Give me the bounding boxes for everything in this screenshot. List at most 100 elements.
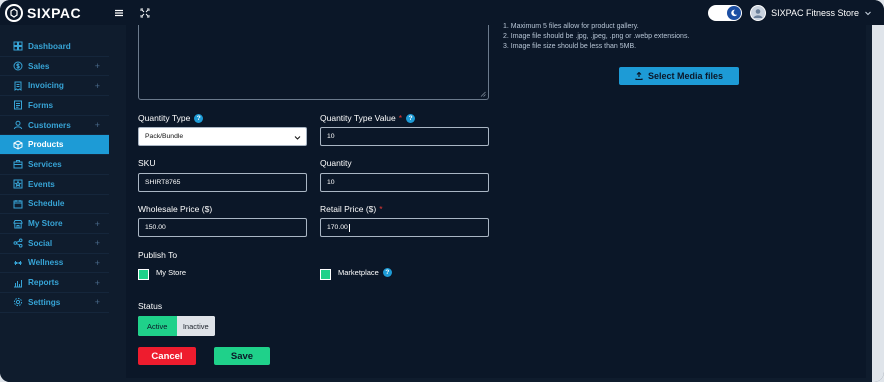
- sidebar-item-label: My Store: [28, 219, 63, 229]
- required-marker: *: [398, 113, 403, 123]
- expand-icon[interactable]: +: [95, 297, 100, 307]
- dollar-icon: [12, 61, 23, 72]
- expand-icon[interactable]: +: [95, 258, 100, 268]
- sku-label: SKU: [138, 158, 155, 168]
- store-name[interactable]: SIXPAC Fitness Store: [771, 8, 859, 18]
- gear-icon: [12, 297, 23, 308]
- scrollbar[interactable]: [872, 25, 884, 382]
- sidebar-item-forms[interactable]: Forms: [0, 96, 109, 116]
- retail-price-input[interactable]: 170.00: [320, 218, 489, 237]
- quantity-type-value-input[interactable]: 10: [320, 127, 489, 146]
- sidebar-item-settings[interactable]: Settings +: [0, 293, 109, 313]
- media-notes: 1. Maximum 5 files allow for product gal…: [503, 23, 783, 52]
- sidebar-item-label: Reports: [28, 278, 59, 288]
- invoice-icon: [12, 80, 23, 91]
- expand-icon[interactable]: +: [95, 61, 100, 71]
- publish-to-label-text: Publish To: [138, 250, 178, 260]
- status-inactive-button[interactable]: Inactive: [176, 316, 215, 336]
- sku-input[interactable]: SHIRT8765: [138, 173, 307, 192]
- select-media-button[interactable]: Select Media files: [619, 67, 739, 85]
- my-store-label: My Store: [156, 268, 186, 277]
- theme-toggle[interactable]: [708, 4, 743, 21]
- sidebar-item-label: Events: [28, 179, 55, 189]
- sku-label-text: SKU: [138, 158, 156, 168]
- expand-icon[interactable]: +: [95, 81, 100, 91]
- help-icon[interactable]: ?: [406, 113, 416, 123]
- calendar-icon: [12, 198, 23, 209]
- user-icon: [12, 120, 23, 131]
- store-icon: [12, 218, 23, 229]
- quantity-value: 10: [327, 179, 335, 186]
- save-button[interactable]: Save: [214, 347, 270, 365]
- menu-icon[interactable]: [113, 7, 125, 19]
- sidebar-item-label: Settings: [28, 297, 61, 307]
- sidebar-item-label: Products: [28, 140, 64, 150]
- wholesale-price-label-text: Wholesale Price ($): [138, 204, 213, 214]
- status-toggle: Active Inactive: [138, 316, 215, 336]
- text-cursor: [348, 223, 350, 232]
- sidebar-item-wellness[interactable]: Wellness +: [0, 254, 109, 274]
- quantity-label-text: Quantity: [320, 158, 352, 168]
- help-icon[interactable]: ?: [382, 268, 392, 277]
- sidebar-item-label: Forms: [28, 100, 54, 110]
- sidebar-item-label: Invoicing: [28, 81, 64, 91]
- fullscreen-icon[interactable]: [139, 7, 151, 19]
- retail-price-value: 170.00: [327, 224, 348, 231]
- quantity-type-value-label: Quantity Type Value * ?: [320, 113, 416, 123]
- sidebar-item-sales[interactable]: Sales +: [0, 57, 109, 77]
- brand-logo[interactable]: SIXPAC: [5, 3, 105, 22]
- sidebar-item-events[interactable]: Events: [0, 175, 109, 195]
- sidebar-item-label: Customers: [28, 120, 71, 130]
- chevron-down-icon[interactable]: [864, 9, 872, 17]
- select-media-label: Select Media files: [647, 71, 724, 81]
- required-marker: *: [379, 204, 383, 214]
- brand-name: SIXPAC: [27, 4, 82, 21]
- quantity-type-label: Quantity Type ?: [138, 113, 204, 123]
- expand-icon[interactable]: +: [95, 278, 100, 288]
- product-form: 1. Maximum 5 files allow for product gal…: [126, 23, 866, 378]
- wholesale-price-value: 150.00: [145, 224, 166, 231]
- retail-price-label-text: Retail Price ($): [320, 204, 377, 214]
- sidebar-item-products[interactable]: Products: [0, 135, 109, 156]
- marketplace-checkbox[interactable]: [320, 269, 331, 280]
- sidebar-item-label: Sales: [28, 61, 50, 71]
- sidebar-item-label: Dashboard: [28, 41, 71, 51]
- description-textarea[interactable]: [138, 25, 489, 100]
- media-note: 1. Maximum 5 files allow for product gal…: [503, 23, 639, 30]
- sidebar-item-services[interactable]: Services: [0, 155, 109, 175]
- expand-icon[interactable]: +: [95, 238, 100, 248]
- quantity-type-value-text: 10: [327, 133, 335, 140]
- sidebar-item-schedule[interactable]: Schedule: [0, 195, 109, 215]
- sku-value: SHIRT8765: [145, 179, 181, 186]
- status-active-button[interactable]: Active: [138, 316, 177, 336]
- form-icon: [12, 100, 23, 111]
- quantity-type-value-label-text: Quantity Type Value: [320, 113, 396, 123]
- my-store-checkbox[interactable]: [138, 269, 149, 280]
- sidebar-item-reports[interactable]: Reports +: [0, 273, 109, 293]
- wellness-icon: [12, 257, 23, 268]
- resize-handle-icon[interactable]: [480, 91, 486, 97]
- quantity-type-label-text: Quantity Type: [138, 113, 191, 123]
- wholesale-price-label: Wholesale Price ($): [138, 204, 212, 214]
- retail-price-label: Retail Price ($) *: [320, 204, 383, 214]
- help-icon[interactable]: ?: [194, 113, 204, 123]
- sidebar-item-social[interactable]: Social +: [0, 234, 109, 254]
- sidebar-item-customers[interactable]: Customers +: [0, 116, 109, 136]
- publish-to-label: Publish To: [138, 250, 177, 260]
- star-icon: [12, 179, 23, 190]
- expand-icon[interactable]: +: [95, 219, 100, 229]
- social-icon: [12, 238, 23, 249]
- quantity-type-value: Pack/Bundle: [145, 133, 184, 140]
- quantity-type-select[interactable]: Pack/Bundle: [138, 127, 307, 146]
- cancel-button[interactable]: Cancel: [138, 347, 196, 365]
- chart-icon: [12, 277, 23, 288]
- sidebar-item-invoicing[interactable]: Invoicing +: [0, 76, 109, 97]
- upload-icon: [635, 72, 643, 80]
- status-label-text: Status: [138, 301, 163, 311]
- expand-icon[interactable]: +: [95, 120, 100, 130]
- wholesale-price-input[interactable]: 150.00: [138, 218, 307, 237]
- avatar[interactable]: [750, 4, 767, 21]
- quantity-input[interactable]: 10: [320, 173, 489, 192]
- sidebar-item-my-store[interactable]: My Store +: [0, 214, 109, 234]
- sidebar-item-dashboard[interactable]: Dashboard: [0, 37, 109, 57]
